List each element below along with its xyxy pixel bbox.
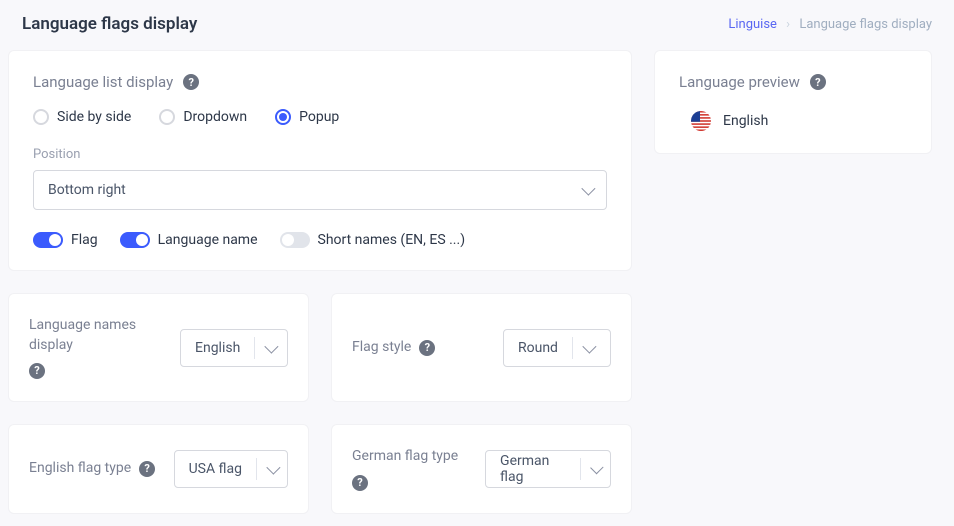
flag-style-select[interactable]: Round xyxy=(503,329,611,367)
english-flag-label: English flag type xyxy=(29,459,131,479)
help-icon[interactable]: ? xyxy=(352,475,368,491)
breadcrumb-root-link[interactable]: Linguise xyxy=(728,17,777,32)
names-display-select[interactable]: English xyxy=(180,329,288,367)
radio-label: Side by side xyxy=(57,109,131,125)
radio-side-by-side[interactable]: Side by side xyxy=(33,109,131,125)
radio-icon xyxy=(275,109,291,125)
chevron-down-icon xyxy=(265,339,279,353)
radio-label: Dropdown xyxy=(183,109,247,125)
select-divider xyxy=(254,337,255,359)
breadcrumb: Linguise › Language flags display xyxy=(728,17,932,32)
flag-style-card: Flag style ? Round xyxy=(331,293,632,402)
chevron-down-icon xyxy=(581,182,595,196)
preview-heading: Language preview xyxy=(679,73,800,91)
english-flag-type-card: English flag type ? USA flag xyxy=(8,424,309,514)
list-display-heading: Language list display xyxy=(33,73,173,91)
help-icon[interactable]: ? xyxy=(810,74,826,90)
flag-style-value: Round xyxy=(518,340,558,356)
german-flag-select[interactable]: German flag xyxy=(485,450,611,488)
language-names-display-card: Language names display ? English xyxy=(8,293,309,402)
select-divider xyxy=(580,458,581,480)
radio-popup[interactable]: Popup xyxy=(275,109,339,125)
help-icon[interactable]: ? xyxy=(139,461,155,477)
toggle-short-names-label: Short names (EN, ES ...) xyxy=(318,232,466,248)
position-select[interactable]: Bottom right xyxy=(33,170,607,210)
position-label: Position xyxy=(33,147,607,162)
language-preview-card: Language preview ? xyxy=(654,50,932,154)
usa-flag-icon xyxy=(691,111,711,131)
radio-icon xyxy=(33,109,49,125)
toggle-short-names[interactable] xyxy=(280,232,310,248)
display-mode-radio-group: Side by side Dropdown Popup xyxy=(33,109,607,125)
breadcrumb-current: Language flags display xyxy=(799,17,932,32)
german-flag-type-card: German flag type ? German flag xyxy=(331,424,632,514)
page-title: Language flags display xyxy=(22,14,197,34)
names-display-label: Language names display xyxy=(29,316,164,355)
english-flag-value: USA flag xyxy=(189,461,242,477)
preview-language-label: English xyxy=(723,113,768,129)
help-icon[interactable]: ? xyxy=(29,363,45,379)
help-icon[interactable]: ? xyxy=(419,340,435,356)
german-flag-label: German flag type xyxy=(352,447,458,467)
select-divider xyxy=(256,458,257,480)
breadcrumb-separator-icon: › xyxy=(786,17,790,32)
chevron-down-icon xyxy=(582,339,596,353)
chevron-down-icon xyxy=(590,461,603,474)
position-value: Bottom right xyxy=(48,182,126,198)
radio-label: Popup xyxy=(299,109,339,125)
toggle-flag[interactable] xyxy=(33,232,63,248)
toggle-language-name-label: Language name xyxy=(158,232,258,248)
radio-icon xyxy=(159,109,175,125)
english-flag-select[interactable]: USA flag xyxy=(174,450,288,488)
chevron-down-icon xyxy=(266,460,280,474)
names-display-value: English xyxy=(195,340,240,356)
language-list-display-card: Language list display ? Side by side Dro… xyxy=(8,50,632,271)
german-flag-value: German flag xyxy=(500,453,566,485)
toggle-flag-label: Flag xyxy=(71,232,98,248)
help-icon[interactable]: ? xyxy=(183,74,199,90)
select-divider xyxy=(572,337,573,359)
flag-style-label: Flag style xyxy=(352,338,411,358)
radio-dropdown[interactable]: Dropdown xyxy=(159,109,247,125)
toggle-language-name[interactable] xyxy=(120,232,150,248)
